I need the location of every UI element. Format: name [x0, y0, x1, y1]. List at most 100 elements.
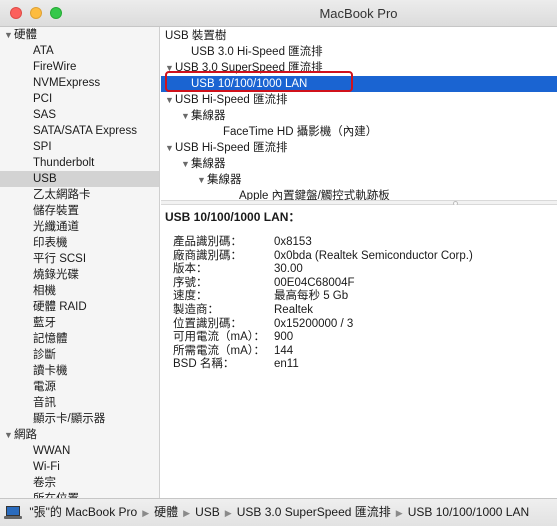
breadcrumb-item[interactable]: USB 10/100/1000 LAN	[408, 505, 529, 519]
sidebar-item-label: 卷宗	[33, 477, 56, 489]
sidebar-item-label: 電源	[33, 381, 56, 393]
sidebar-item[interactable]: 硬體 RAID	[0, 299, 159, 315]
detail-value: 0x15200000 / 3	[274, 317, 354, 330]
breadcrumb-separator-icon: ▶	[395, 508, 403, 518]
sidebar-item[interactable]: 燒錄光碟	[0, 267, 159, 283]
sidebar-item-label: 音訊	[33, 397, 56, 409]
sidebar-item[interactable]: 卷宗	[0, 475, 159, 491]
detail-row: 位置識別碼： 0x15200000 / 3	[173, 317, 553, 331]
sidebar-item-label: 硬體	[14, 29, 37, 41]
sidebar-item[interactable]: 光纖通道	[0, 219, 159, 235]
sidebar-item-label: 藍牙	[33, 317, 56, 329]
sidebar-item-label: 硬體 RAID	[33, 301, 87, 313]
sidebar-item[interactable]: PCI	[0, 91, 159, 107]
detail-row: 所需電流（mA）： 144	[173, 344, 553, 358]
tree-row[interactable]: USB 裝置樹	[161, 28, 557, 44]
tree-row[interactable]: ▼USB Hi-Speed 匯流排	[161, 92, 557, 108]
system-information-window: MacBook Pro ▼硬體 ATA FireWire NVMExpress PCI S…	[0, 0, 557, 526]
sidebar-category[interactable]: ▼網路	[0, 427, 159, 443]
sidebar-item[interactable]: 印表機	[0, 235, 159, 251]
tree-row[interactable]: USB 3.0 Hi-Speed 匯流排	[161, 44, 557, 60]
sidebar-item-label: NVMExpress	[33, 77, 101, 89]
disclosure-triangle-icon[interactable]: ▼	[4, 27, 14, 43]
detail-value: 0x0bda (Realtek Semiconductor Corp.)	[274, 249, 473, 262]
sidebar-item[interactable]: Wi-Fi	[0, 459, 159, 475]
sidebar-item-label: 乙太網路卡	[33, 189, 91, 201]
sidebar-item-label: 平行 SCSI	[33, 253, 87, 265]
zoom-button[interactable]	[50, 7, 62, 19]
detail-pane: USB 10/100/1000 LAN： 產品識別碼： 0x8153 廠商識別碼： 0…	[161, 205, 557, 498]
sidebar-item-label: 顯示卡/顯示器	[33, 413, 106, 425]
sidebar-item[interactable]: 音訊	[0, 395, 159, 411]
disclosure-triangle-icon[interactable]: ▼	[165, 140, 175, 156]
detail-value: 900	[274, 331, 294, 344]
close-button[interactable]	[10, 7, 22, 19]
sidebar-item[interactable]: 讀卡機	[0, 363, 159, 379]
sidebar-item[interactable]: Thunderbolt	[0, 155, 159, 171]
breadcrumb-item[interactable]: USB 3.0 SuperSpeed 匯流排	[237, 505, 391, 519]
detail-value: 144	[274, 344, 294, 357]
tree-row[interactable]: ▼集線器	[161, 108, 557, 124]
sidebar-item[interactable]: 電源	[0, 379, 159, 395]
detail-row: 版本： 30.00	[173, 262, 553, 276]
sidebar-category[interactable]: ▼硬體	[0, 27, 159, 43]
detail-title: USB 10/100/1000 LAN：	[165, 210, 301, 224]
sidebar-item[interactable]: SAS	[0, 107, 159, 123]
sidebar-item[interactable]: 相機	[0, 283, 159, 299]
disclosure-triangle-icon[interactable]: ▼	[4, 427, 14, 443]
detail-key: 速度：	[173, 290, 208, 303]
minimize-button[interactable]	[30, 7, 42, 19]
disclosure-triangle-icon[interactable]: ▼	[165, 92, 175, 108]
sidebar-item-label: USB	[33, 173, 57, 185]
sidebar-item-label: 相機	[33, 285, 56, 297]
disclosure-triangle-icon[interactable]: ▼	[181, 156, 191, 172]
detail-value: 00E04C68004F	[274, 276, 355, 289]
detail-key: 所需電流（mA）：	[173, 344, 265, 357]
breadcrumb-item[interactable]: "張"的 MacBook Pro	[29, 505, 137, 519]
tree-row[interactable]: ▼集線器	[161, 172, 557, 188]
sidebar-item-label: 診斷	[33, 349, 56, 361]
detail-key: 位置識別碼：	[173, 317, 242, 330]
disclosure-triangle-icon[interactable]: ▼	[181, 108, 191, 124]
detail-value: en11	[274, 358, 299, 371]
tree-row[interactable]: ▼USB Hi-Speed 匯流排	[161, 140, 557, 156]
sidebar-item[interactable]: NVMExpress	[0, 75, 159, 91]
tree-row-label: USB 裝置樹	[165, 30, 227, 42]
sidebar: ▼硬體 ATA FireWire NVMExpress PCI SAS SATA/SATA …	[0, 27, 160, 498]
detail-key: 版本：	[173, 263, 208, 276]
sidebar-item[interactable]: 診斷	[0, 347, 159, 363]
sidebar-item-label: SPI	[33, 141, 52, 153]
sidebar-item[interactable]: 乙太網路卡	[0, 187, 159, 203]
sidebar-item-label: SATA/SATA Express	[33, 125, 137, 137]
disclosure-triangle-icon[interactable]: ▼	[197, 172, 207, 188]
breadcrumb-item[interactable]: 硬體	[154, 505, 178, 519]
sidebar-item[interactable]: 儲存裝置	[0, 203, 159, 219]
sidebar-item[interactable]: 所在位置	[0, 491, 159, 498]
sidebar-item-label: Wi-Fi	[33, 461, 60, 473]
tree-row-label: 集線器	[191, 110, 226, 122]
sidebar-item[interactable]: 平行 SCSI	[0, 251, 159, 267]
detail-row: 製造商： Realtek	[173, 303, 553, 317]
sidebar-item-label: PCI	[33, 93, 53, 105]
sidebar-item[interactable]: SATA/SATA Express	[0, 123, 159, 139]
path-bar: "張"的 MacBook Pro ▶ 硬體 ▶ USB ▶ USB 3.0 SuperSpe…	[0, 498, 557, 526]
breadcrumb-item[interactable]: USB	[195, 505, 220, 519]
breadcrumb-separator-icon: ▶	[142, 508, 150, 518]
sidebar-item[interactable]: ATA	[0, 43, 159, 59]
sidebar-item[interactable]: SPI	[0, 139, 159, 155]
detail-row: 產品識別碼： 0x8153	[173, 235, 553, 249]
sidebar-item[interactable]: 顯示卡/顯示器	[0, 411, 159, 427]
sidebar-item-label: 網路	[14, 429, 37, 441]
sidebar-item[interactable]: FireWire	[0, 59, 159, 75]
tree-row[interactable]: FaceTime HD 攝影機（內建）	[161, 124, 557, 140]
sidebar-item[interactable]: USB	[0, 171, 159, 187]
tree-row[interactable]: ▼集線器	[161, 156, 557, 172]
sidebar-item[interactable]: 藍牙	[0, 315, 159, 331]
detail-row: BSD 名稱： en11	[173, 357, 553, 371]
sidebar-item-label: 燒錄光碟	[33, 269, 79, 281]
sidebar-item[interactable]: 記憶體	[0, 331, 159, 347]
sidebar-item[interactable]: WWAN	[0, 443, 159, 459]
detail-key: 可用電流（mA）：	[173, 331, 265, 344]
detail-key: BSD 名稱：	[173, 358, 235, 371]
sidebar-item-label: Thunderbolt	[33, 157, 95, 169]
